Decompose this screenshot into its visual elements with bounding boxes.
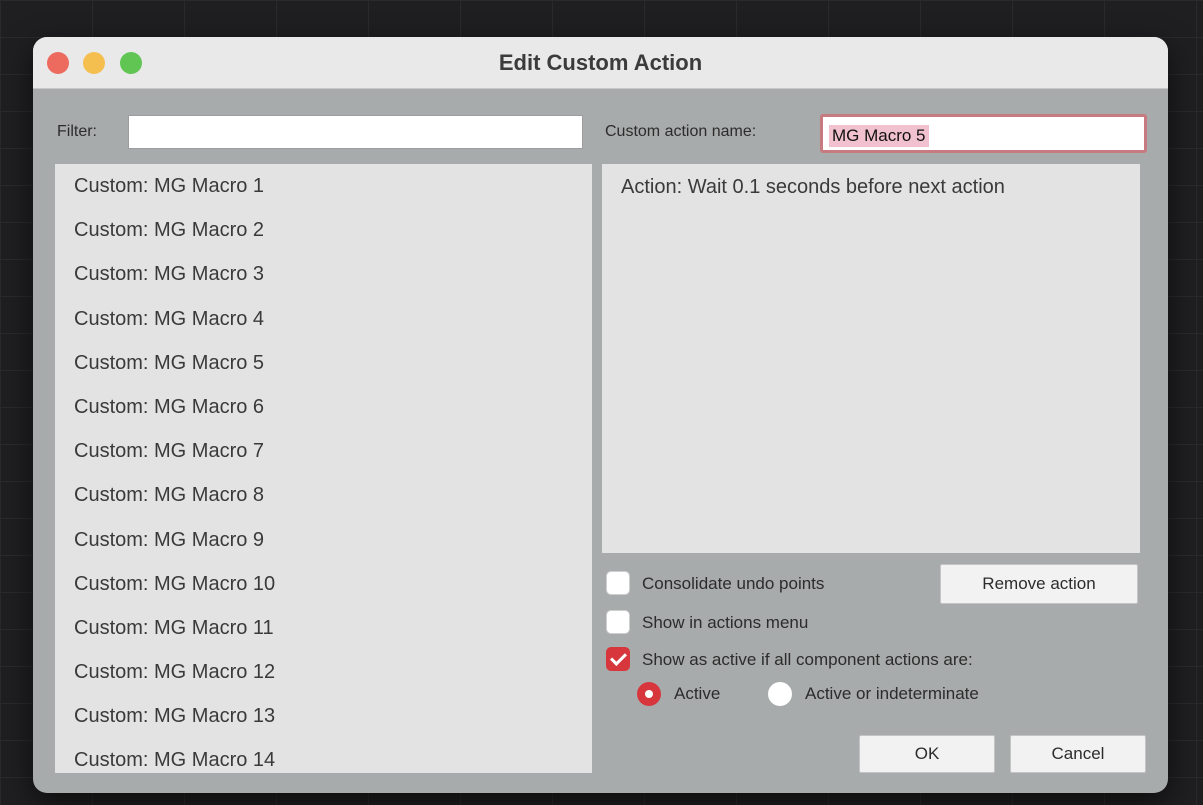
active-or-indeterminate-label: Active or indeterminate bbox=[805, 684, 979, 703]
filter-label: Filter: bbox=[57, 123, 97, 140]
list-item[interactable]: Custom: MG Macro 6 bbox=[55, 385, 592, 429]
consolidate-undo-label: Consolidate undo points bbox=[642, 574, 825, 593]
list-item[interactable]: Custom: MG Macro 3 bbox=[55, 252, 592, 296]
window-title: Edit Custom Action bbox=[498, 50, 703, 75]
component-actions-list[interactable]: Action: Wait 0.1 seconds before next act… bbox=[602, 164, 1140, 553]
list-item[interactable]: Custom: MG Macro 2 bbox=[55, 208, 592, 252]
show-as-active-label: Show as active if all component actions … bbox=[642, 650, 973, 669]
list-item[interactable]: Custom: MG Macro 8 bbox=[55, 473, 592, 517]
active-or-indeterminate-radio[interactable] bbox=[768, 682, 792, 706]
custom-action-name-value: MG Macro 5 bbox=[829, 125, 929, 147]
list-item[interactable]: Custom: MG Macro 4 bbox=[55, 297, 592, 341]
remove-action-button[interactable]: Remove action bbox=[940, 564, 1138, 604]
show-as-active-checkbox[interactable] bbox=[606, 647, 630, 671]
show-in-actions-menu-checkbox[interactable] bbox=[606, 610, 630, 634]
list-item[interactable]: Custom: MG Macro 14 bbox=[55, 738, 592, 773]
action-item[interactable]: Action: Wait 0.1 seconds before next act… bbox=[621, 176, 1005, 199]
list-item[interactable]: Custom: MG Macro 10 bbox=[55, 562, 592, 606]
consolidate-undo-checkbox[interactable] bbox=[606, 571, 630, 595]
custom-actions-list[interactable]: Custom: MG Macro 1 Custom: MG Macro 2 Cu… bbox=[55, 164, 592, 773]
list-item[interactable]: Custom: MG Macro 7 bbox=[55, 429, 592, 473]
filter-input[interactable] bbox=[128, 115, 583, 149]
active-radio-label: Active bbox=[674, 684, 721, 703]
cancel-button[interactable]: Cancel bbox=[1010, 735, 1146, 773]
title-bar: Edit Custom Action bbox=[33, 37, 1168, 89]
list-item[interactable]: Custom: MG Macro 1 bbox=[55, 164, 592, 208]
show-in-actions-menu-label: Show in actions menu bbox=[642, 613, 809, 632]
ok-button[interactable]: OK bbox=[859, 735, 995, 773]
list-item[interactable]: Custom: MG Macro 12 bbox=[55, 650, 592, 694]
list-item[interactable]: Custom: MG Macro 11 bbox=[55, 606, 592, 650]
list-item[interactable]: Custom: MG Macro 5 bbox=[55, 341, 592, 385]
edit-custom-action-dialog: Edit Custom Action Filter: Custom action… bbox=[33, 37, 1168, 793]
list-item[interactable]: Custom: MG Macro 9 bbox=[55, 518, 592, 562]
custom-action-name-input[interactable]: MG Macro 5 bbox=[820, 114, 1147, 153]
custom-action-name-label: Custom action name: bbox=[605, 123, 757, 140]
list-item[interactable]: Custom: MG Macro 13 bbox=[55, 694, 592, 738]
active-radio[interactable] bbox=[637, 682, 661, 706]
